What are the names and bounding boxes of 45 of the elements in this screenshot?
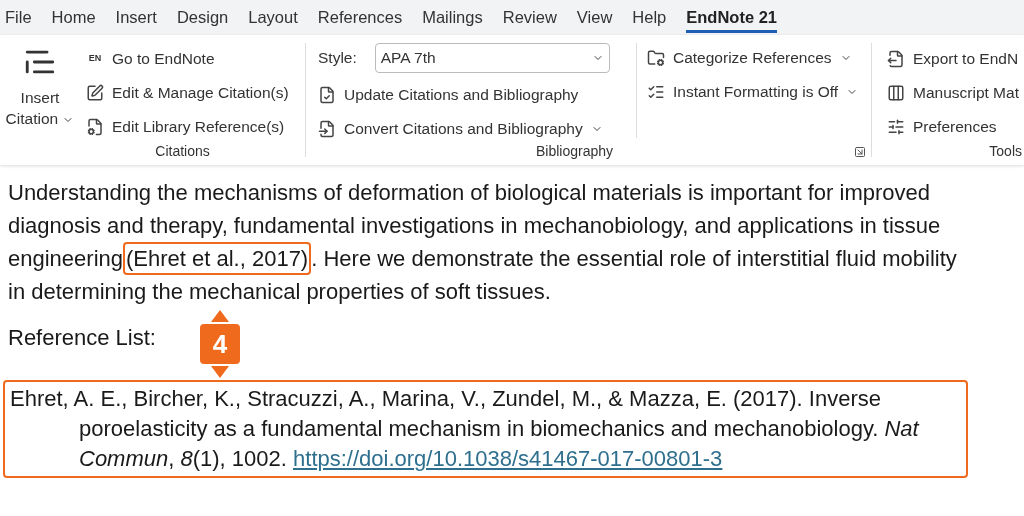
settings-icon [887,118,905,136]
ribbon-tab[interactable]: Help [632,2,667,33]
pencil-icon [86,84,104,102]
ribbon-command[interactable]: Export to EndN [887,47,1024,71]
doi-link[interactable]: https://doi.org/10.1038/s41467-017-00801-3 [293,446,723,471]
ribbon-tab[interactable]: Design [176,2,229,33]
ribbon-command[interactable]: Edit Library Reference(s) [86,115,289,139]
list-icon [647,83,665,101]
ribbon-tab[interactable]: File [5,2,32,33]
export-icon [887,50,905,68]
document-arrow-icon [318,120,336,138]
group-label: Tools [988,142,1023,161]
style-dropdown[interactable]: APA 7th [374,43,610,73]
body-paragraph: Understanding the mechanisms of deformation of biological materials is important for improved diagnosis and therapy, fundamental investigations in mechanobiology, and applications in tissue engineering(Ehret et al., 2017). Here we demonstrate the essential role of interstitial fluid mobility in determining the mechanical properties of soft tissues. [8,179,958,306]
ribbon-tab[interactable]: References [317,2,403,33]
ribbon-command[interactable]: Instant Formatting is Off [647,80,859,104]
ribbon-tab[interactable]: Mailings [422,2,483,33]
ribbon-tab[interactable]: EndNote 21 [686,2,778,33]
ribbon-command[interactable]: Edit & Manage Citation(s) [86,81,289,105]
ribbon-tab[interactable]: View [576,2,613,33]
ribbon-tab[interactable]: Layout [248,2,298,33]
reference-list-heading: Reference List: [8,324,156,352]
folder-gear-icon [647,49,665,67]
citation-field[interactable]: (Ehret et al., 2017) [123,242,312,275]
ribbon-command[interactable]: Preferences [887,115,1024,139]
gear-document-icon [86,118,104,136]
ribbon-command[interactable]: Update Citations and Bibliography [318,83,628,107]
arrow-up-icon [211,310,229,322]
ribbon-command[interactable]: EN Go to EndNote [86,47,289,71]
insert-citation-button[interactable]: Insert Citation [0,43,80,141]
group-label: Bibliography [536,142,614,161]
ribbon-tab[interactable]: Insert [115,2,157,33]
ribbon-command[interactable]: Convert Citations and Bibliography [318,117,628,141]
document-check-icon [318,86,336,104]
ribbon-command[interactable]: Manuscript Mat [887,81,1024,105]
arrow-down-icon [211,366,229,378]
en-label: EN [87,52,103,66]
ribbon-command[interactable]: Categorize References [647,46,859,70]
ribbon-tab[interactable]: Review [502,2,557,33]
style-label: Style: [318,48,357,69]
reference-entry: Ehret, A. E., Bircher, K., Stracuzzi, A., Marina, V., Zundel, M., & Mazza, E. (2017). Inverse poroelasticity as a fundamental mechanism in biomechanics and mechanobiology. Nat Commun, 8(1), 1002. https://doi.org/10.1038/s41467-017-00801-3 [3,380,968,478]
dialog-launcher-icon[interactable] [854,145,866,158]
group-label: Citations [154,142,211,161]
columns-icon [887,84,905,102]
ribbon-tab[interactable]: Home [51,2,96,33]
